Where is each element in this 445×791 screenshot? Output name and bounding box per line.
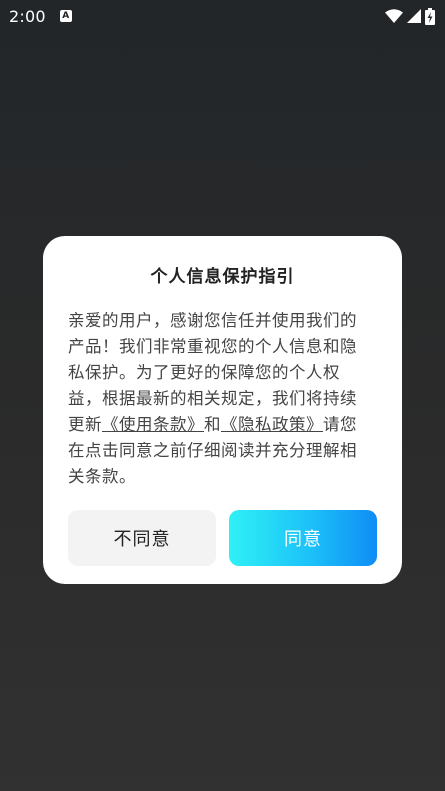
privacy-policy-link[interactable]: 《隐私政策》 (221, 415, 323, 434)
privacy-dialog: 个人信息保护指引 亲爱的用户，感谢您信任并使用我们的产品！我们非常重视您的个人信… (43, 236, 402, 584)
notification-a-icon-letter: A (62, 10, 70, 21)
dialog-body: 亲爱的用户，感谢您信任并使用我们的产品！我们非常重视您的个人信息和隐私保护。为了… (68, 308, 368, 490)
status-right (385, 7, 435, 25)
status-time: 2:00 (9, 6, 46, 26)
status-left: 2:00 A (9, 7, 72, 26)
battery-charging-icon (425, 7, 435, 25)
disagree-button[interactable]: 不同意 (68, 510, 216, 566)
dialog-body-connector: 和 (204, 415, 221, 434)
agree-button[interactable]: 同意 (229, 510, 377, 566)
notification-a-icon: A (59, 10, 72, 22)
signal-icon (407, 9, 421, 23)
terms-of-use-link[interactable]: 《使用条款》 (102, 415, 204, 434)
status-bar: 2:00 A (0, 0, 445, 32)
dialog-title: 个人信息保护指引 (150, 267, 295, 287)
wifi-icon (385, 9, 403, 23)
